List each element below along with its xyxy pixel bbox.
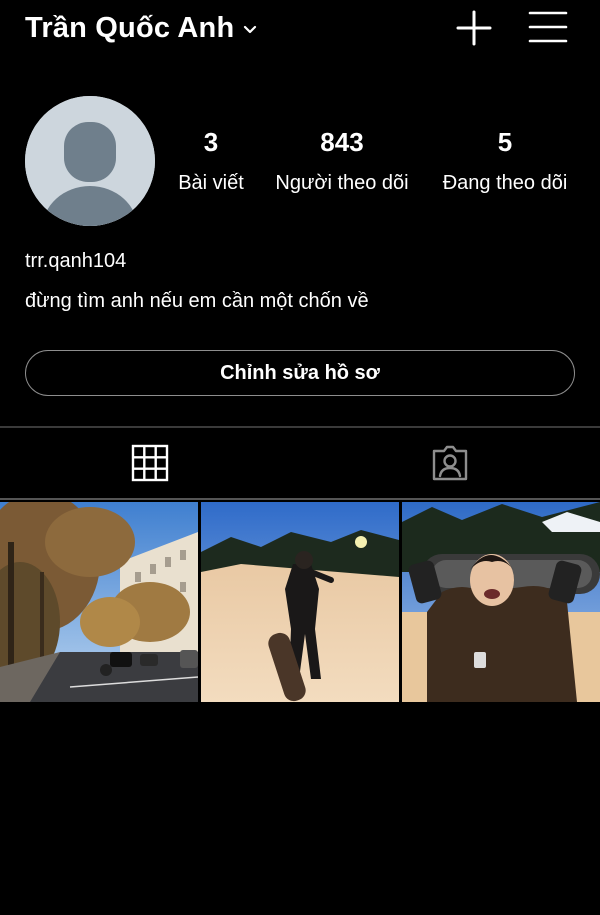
profile-header: Trần Quốc Anh [0, 0, 600, 56]
photo-snowboard-2 [402, 502, 600, 702]
tab-indicator [0, 498, 600, 500]
menu-button[interactable] [528, 8, 568, 48]
following-count-value: 5 [497, 127, 513, 157]
posts-count-label: Bài viết [178, 172, 244, 194]
photo-street [0, 502, 198, 702]
posts-count[interactable]: 3 Bài viết [168, 126, 254, 196]
profile-avatar[interactable] [25, 96, 155, 226]
followers-count[interactable]: 843 Người theo dõi [262, 126, 422, 196]
followers-count-value: 843 [320, 127, 364, 157]
default-avatar-icon [25, 96, 155, 226]
followers-count-label: Người theo dõi [275, 172, 409, 194]
hamburger-menu-icon [528, 11, 568, 43]
post-thumbnail[interactable] [0, 502, 198, 702]
profile-tabs [0, 428, 600, 498]
following-count[interactable]: 5 Đang theo dõi [430, 126, 580, 196]
grid-icon [131, 444, 169, 482]
display-name: Trần Quốc Anh [25, 11, 235, 44]
photo-snowboard-1 [201, 502, 399, 702]
tab-tagged[interactable] [300, 428, 600, 498]
profile-bio: đừng tìm anh nếu em cần một chốn về [25, 290, 369, 312]
edit-profile-button[interactable]: Chỉnh sửa hồ sơ [25, 350, 575, 396]
create-post-button[interactable] [454, 8, 494, 48]
plus-icon [456, 10, 492, 46]
posts-grid [0, 502, 600, 702]
posts-count-value: 3 [203, 127, 219, 157]
profile-handle: trr.qanh104 [25, 250, 127, 272]
post-thumbnail[interactable] [201, 502, 399, 702]
following-count-label: Đang theo dõi [442, 172, 568, 194]
tagged-person-icon [432, 445, 468, 481]
chevron-down-icon [244, 25, 257, 34]
account-switcher[interactable]: Trần Quốc Anh [25, 8, 258, 48]
tab-grid[interactable] [0, 428, 300, 498]
post-thumbnail[interactable] [402, 502, 600, 702]
